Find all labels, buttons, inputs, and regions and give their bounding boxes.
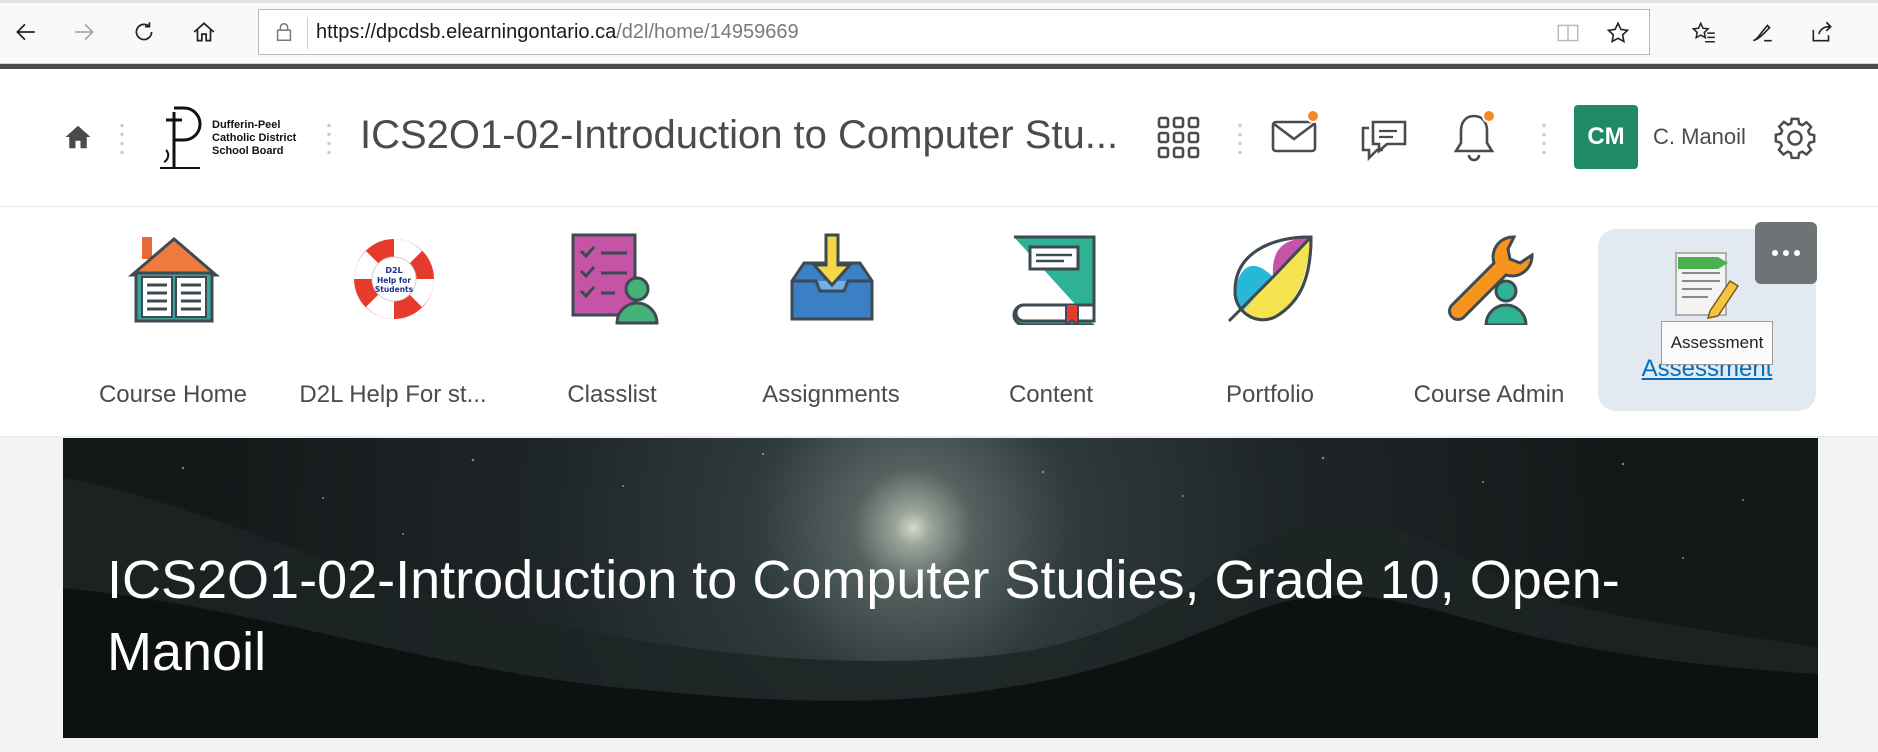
tile-label: D2L Help For st... (299, 381, 487, 408)
refresh-button[interactable] (126, 14, 162, 50)
share-button[interactable] (1804, 14, 1840, 50)
url-text: https://dpcdsb.elearningontario.ca/d2l/h… (316, 21, 799, 44)
tile-content[interactable]: Content (951, 231, 1151, 408)
tile-label: Course Home (98, 381, 248, 408)
logo-line-3: School Board (212, 144, 284, 157)
separator (1238, 121, 1242, 157)
favorites-list-icon (1691, 21, 1715, 43)
d2l-navbar: Dufferin-Peel Catholic District School B… (0, 69, 1878, 207)
tile-portfolio[interactable]: Portfolio (1170, 231, 1370, 408)
more-tiles-button[interactable] (1755, 222, 1817, 284)
forward-button[interactable] (66, 14, 102, 50)
svg-text:Help for: Help for (377, 276, 411, 285)
reading-view-icon[interactable] (1555, 20, 1581, 46)
tile-classlist[interactable]: Classlist (512, 231, 712, 408)
settings-button[interactable] (1770, 113, 1820, 163)
lock-icon (276, 23, 292, 41)
web-note-button[interactable] (1744, 14, 1780, 50)
house-book-icon (128, 237, 220, 323)
banner-course-title: ICS2O1-02-Introduction to Computer Studi… (107, 550, 1620, 682)
tile-label: Content (1008, 381, 1094, 408)
tile-label: Course Admin (1413, 381, 1565, 408)
classlist-icon (571, 233, 659, 325)
bell-notification-badge (1482, 109, 1496, 123)
share-icon (1812, 21, 1832, 42)
address-bar[interactable]: https://dpcdsb.elearningontario.ca/d2l/h… (258, 9, 1650, 55)
chat-bubbles-icon (1361, 120, 1407, 162)
dpcdsb-logo-icon (160, 106, 202, 169)
url-host: https://dpcdsb.elearningontario.ca (316, 21, 617, 43)
tile-course-admin[interactable]: Course Admin (1389, 231, 1589, 408)
back-arrow-icon (16, 23, 35, 41)
home-icon (65, 125, 91, 149)
logo-line-2: Catholic District (212, 131, 297, 144)
tab-strip (0, 0, 1878, 3)
refresh-icon (135, 22, 153, 41)
mail-notification-badge (1306, 109, 1320, 123)
forward-arrow-icon (75, 23, 94, 41)
separator (120, 121, 124, 157)
wrench-admin-icon (1448, 235, 1534, 325)
tile-assignments[interactable]: Assignments (731, 231, 931, 408)
tile-label: Assignments (762, 381, 900, 408)
user-name[interactable]: C. Manoil (1653, 124, 1746, 150)
back-button[interactable] (8, 14, 44, 50)
tile-course-home[interactable]: Course Home (73, 231, 273, 408)
course-banner: ICS2O1-02-Introduction to Computer Studi… (63, 438, 1818, 738)
tile-label: Portfolio (1225, 381, 1315, 408)
home-button[interactable] (186, 14, 222, 50)
tile-d2l-help[interactable]: D2L Help for Students D2L Help For st... (293, 231, 493, 408)
course-selector-button[interactable] (1156, 115, 1202, 161)
gear-icon (1774, 117, 1816, 160)
pen-icon (1753, 24, 1772, 42)
browser-toolbar: https://dpcdsb.elearningontario.ca/d2l/h… (0, 0, 1878, 64)
logo-text: Dufferin-Peel Catholic District School B… (212, 119, 308, 158)
leaf-portfolio-icon (1227, 235, 1313, 323)
separator (327, 121, 331, 157)
logo-line-1: Dufferin-Peel (212, 118, 281, 131)
favorite-star-icon[interactable] (1605, 20, 1631, 46)
separator (1542, 121, 1546, 157)
board-logo[interactable]: Dufferin-Peel Catholic District School B… (150, 105, 310, 171)
address-divider (307, 17, 308, 49)
more-dot-icon (1772, 250, 1778, 256)
life-ring-help-icon: D2L Help for Students (354, 239, 434, 319)
more-dot-icon (1783, 250, 1789, 256)
inbox-download-icon (790, 233, 874, 321)
url-path: /d2l/home/14959669 (616, 21, 799, 43)
course-nav-tiles: Course Home D2L Help for Students D2L He… (0, 207, 1878, 437)
favorites-button[interactable] (1686, 14, 1722, 50)
svg-text:Students: Students (375, 285, 414, 294)
svg-text:D2L: D2L (385, 266, 402, 275)
tile-label: Classlist (567, 381, 657, 408)
book-icon (1012, 235, 1096, 325)
avatar[interactable]: CM (1574, 105, 1638, 169)
waffle-grid-icon (1157, 116, 1200, 159)
course-title[interactable]: ICS2O1-02-Introduction to Computer Stu..… (360, 113, 1118, 158)
tooltip: Assessment (1661, 321, 1773, 365)
home-link[interactable] (60, 119, 96, 155)
more-dot-icon (1794, 250, 1800, 256)
home-icon (193, 22, 215, 42)
subscription-alerts-button[interactable] (1358, 113, 1410, 163)
assessment-document-icon (1675, 252, 1740, 319)
